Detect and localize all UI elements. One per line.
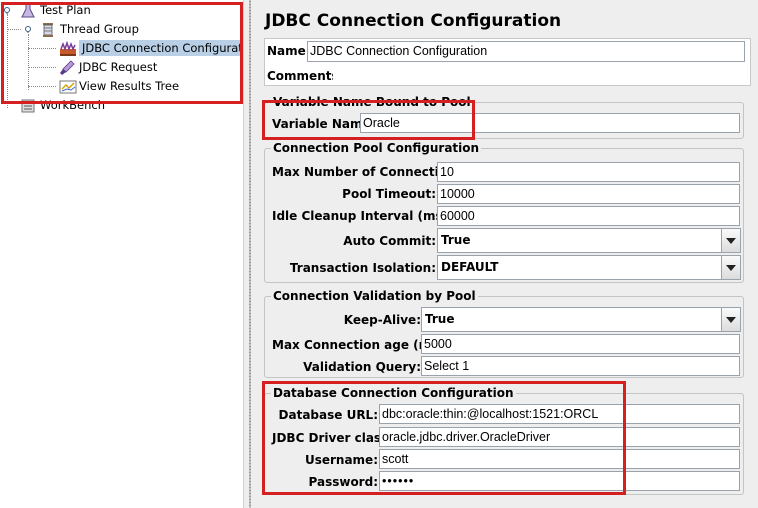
name-label: Name: bbox=[267, 44, 311, 58]
keep-alive-select[interactable]: True bbox=[421, 307, 741, 332]
tree-connector bbox=[28, 34, 29, 90]
idle-cleanup-field[interactable]: 60000 bbox=[437, 206, 740, 226]
connection-pool-group-legend: Connection Pool Configuration bbox=[271, 141, 482, 155]
tree-item-view-results-tree[interactable]: View Results Tree bbox=[59, 77, 179, 95]
tree-item-label: JDBC Connection Configuration bbox=[79, 40, 264, 56]
validation-query-field[interactable]: Select 1 bbox=[421, 356, 740, 376]
tree-connector bbox=[28, 67, 56, 68]
tree-connector bbox=[28, 48, 56, 49]
page-title: JDBC Connection Configuration bbox=[265, 11, 562, 31]
auto-commit-label: Auto Commit: bbox=[343, 234, 436, 248]
tree-connector bbox=[7, 29, 21, 30]
tree-item-label: WorkBench bbox=[40, 98, 105, 112]
username-field[interactable]: scott bbox=[379, 449, 740, 469]
auto-commit-select[interactable]: True bbox=[437, 228, 741, 253]
expand-handle-icon[interactable] bbox=[24, 25, 31, 33]
tree-item-label: JDBC Request bbox=[79, 60, 158, 74]
connection-validation-group-legend: Connection Validation by Pool bbox=[271, 289, 478, 303]
chevron-down-icon[interactable] bbox=[721, 308, 740, 331]
tree-item-label: Test Plan bbox=[40, 3, 91, 17]
comments-field[interactable] bbox=[333, 66, 745, 85]
max-connection-age-field[interactable]: 5000 bbox=[421, 334, 740, 354]
tree-item-workbench[interactable]: WorkBench bbox=[20, 96, 105, 114]
test-plan-tree[interactable]: Test Plan Thread Group JDBC Connection C… bbox=[0, 0, 264, 508]
jdbc-driver-class-field[interactable]: oracle.jdbc.driver.OracleDriver bbox=[379, 427, 740, 447]
validation-query-label: Validation Query: bbox=[303, 360, 421, 374]
database-url-label: Database URL: bbox=[278, 408, 378, 422]
pane-splitter[interactable] bbox=[243, 0, 257, 508]
idle-cleanup-label: Idle Cleanup Interval (ms): bbox=[272, 209, 453, 223]
tree-item-jdbc-request[interactable]: JDBC Request bbox=[59, 58, 157, 76]
comments-label: Comments: bbox=[267, 69, 344, 83]
auto-commit-value: True bbox=[441, 233, 471, 247]
password-label: Password: bbox=[308, 475, 379, 489]
transaction-isolation-select[interactable]: DEFAULT bbox=[437, 255, 741, 280]
variable-name-group-legend: Variable Name Bound to Pool bbox=[271, 95, 473, 109]
thread-group-spool-icon bbox=[40, 22, 56, 38]
variable-name-field[interactable]: Oracle bbox=[360, 113, 740, 133]
pool-timeout-label: Pool Timeout: bbox=[342, 187, 436, 201]
chevron-down-icon[interactable] bbox=[721, 256, 740, 279]
name-field[interactable]: JDBC Connection Configuration bbox=[307, 41, 745, 62]
test-plan-flask-icon bbox=[20, 3, 36, 19]
chevron-down-icon[interactable] bbox=[721, 229, 740, 252]
password-field[interactable]: •••••• bbox=[379, 471, 740, 491]
keep-alive-value: True bbox=[425, 312, 455, 326]
results-tree-icon bbox=[59, 79, 77, 95]
transaction-isolation-value: DEFAULT bbox=[441, 260, 499, 274]
tree-item-thread-group[interactable]: Thread Group bbox=[40, 20, 139, 38]
database-url-field[interactable]: dbc:oracle:thin:@localhost:1521:ORCL bbox=[379, 404, 740, 424]
username-label: Username: bbox=[304, 453, 378, 467]
tree-connector bbox=[28, 86, 56, 87]
jdbc-config-icon bbox=[59, 40, 76, 57]
tree-item-label: Thread Group bbox=[60, 22, 139, 36]
tree-item-label: View Results Tree bbox=[79, 79, 180, 93]
transaction-isolation-label: Transaction Isolation: bbox=[289, 261, 436, 275]
splitter-grip[interactable] bbox=[249, 0, 251, 508]
keep-alive-label: Keep-Alive: bbox=[343, 313, 421, 327]
expand-handle-icon[interactable] bbox=[3, 6, 10, 14]
jdbc-driver-class-label: JDBC Driver class: bbox=[272, 431, 394, 445]
jdbc-request-pipette-icon bbox=[59, 59, 75, 76]
max-connections-field[interactable]: 10 bbox=[437, 162, 740, 182]
pool-timeout-field[interactable]: 10000 bbox=[437, 184, 740, 204]
tree-item-test-plan[interactable]: Test Plan bbox=[20, 1, 91, 19]
max-connection-age-label: Max Connection age (ms): bbox=[272, 338, 449, 352]
workbench-icon bbox=[20, 98, 36, 114]
database-connection-group-legend: Database Connection Configuration bbox=[271, 386, 516, 400]
config-panel: JDBC Connection Configuration Name: JDBC… bbox=[256, 0, 758, 508]
max-connections-label: Max Number of Connections: bbox=[272, 165, 468, 179]
tree-item-jdbc-connection-configuration[interactable]: JDBC Connection Configuration bbox=[59, 39, 264, 57]
